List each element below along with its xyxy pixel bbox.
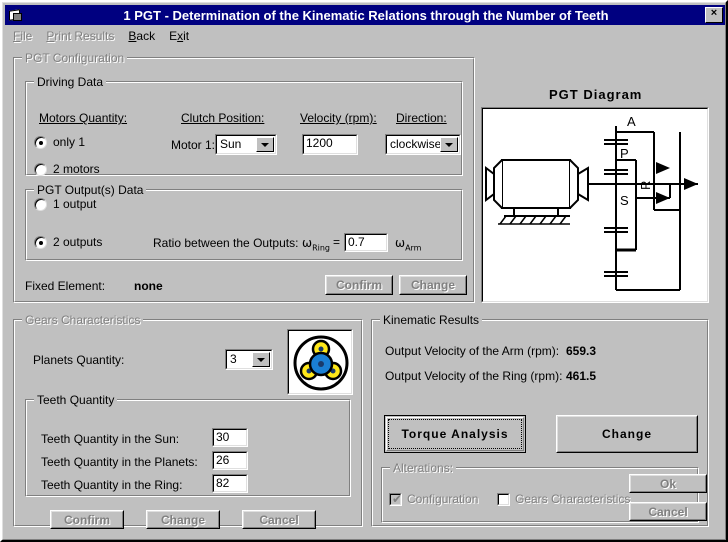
alterations-label: Alterations: [390,461,457,475]
omega-arm-symbol: ωArm [395,236,422,253]
output-velocity-ring-value: 461.5 [566,369,597,383]
menu-bar: File Print Results Back Exit [6,27,724,44]
fixed-element-value: none [134,279,163,293]
output-velocity-arm-label: Output Velocity of the Arm (rpm): [385,344,560,358]
gears-change-label: Change [160,512,205,527]
velocity-label: Velocity (rpm): [300,111,377,125]
radio-1-output-label: 1 output [53,197,97,211]
results-change-button[interactable]: Change [556,415,698,453]
ratio-label: Ratio between the Outputs: [153,236,299,250]
diagram-label-sun: S [620,193,629,208]
ratio-value: 0.7 [348,235,365,249]
teeth-ring-value: 82 [216,476,230,490]
radio-2-motors[interactable] [34,163,47,176]
ratio-input[interactable]: 0.7 [344,233,388,252]
configuration-change-label: Change [410,278,455,292]
ratio-equals-sign: = [333,235,341,249]
planets-quantity-value: 3 [230,352,237,366]
alterations-configuration-checkbox[interactable]: ✔ [389,493,402,506]
chevron-down-icon[interactable] [256,137,274,152]
results-change-label: Change [601,427,652,441]
gears-cancel-button[interactable]: Cancel [242,510,316,529]
pgt-configuration-label: PGT Configuration [22,51,128,65]
radio-2-outputs-dot [39,241,43,245]
pgt-output-data-label: PGT Output(s) Data [34,183,147,197]
clutch-position-label: Clutch Position: [181,111,265,125]
direction-combo[interactable]: clockwise [385,134,461,155]
teeth-sun-label: Teeth Quantity in the Sun: [41,432,180,446]
gears-confirm-label: Confirm [64,512,110,527]
menu-item-file[interactable]: File [6,28,39,44]
diagram-label-planet: P [620,146,629,161]
title-bar[interactable]: 1 PGT - Determination of the Kinematic R… [5,5,725,25]
teeth-sun-input[interactable]: 30 [212,428,248,447]
fixed-element-label: Fixed Element: [25,279,106,293]
planets-quantity-label: Planets Quantity: [33,353,125,367]
teeth-planets-label: Teeth Quantity in the Planets: [41,455,198,469]
alterations-cancel-label: Cancel [648,504,688,519]
radio-1-output[interactable] [34,198,47,211]
gears-characteristics-label: Gears Characteristics [22,313,144,327]
driving-data-label: Driving Data [34,75,107,89]
pgt-diagram-drawing: A P S R [485,114,698,291]
diagram-label-arm: A [627,114,636,129]
radio-only-1[interactable] [34,136,47,149]
radio-2-outputs[interactable] [34,236,47,249]
clutch-position-combo[interactable]: Sun [215,134,277,155]
pgt-diagram-panel: A P S R [481,107,709,303]
output-velocity-ring-label: Output Velocity of the Ring (rpm): [385,369,563,383]
alterations-ok-button[interactable]: Ok [629,474,707,493]
application-icon [7,8,23,22]
window-title: 1 PGT - Determination of the Kinematic R… [123,7,609,23]
output-velocity-arm-value: 659.3 [566,344,597,358]
torque-analysis-button[interactable]: Torque Analysis [384,415,526,453]
close-icon[interactable]: × [705,7,723,23]
gears-change-button[interactable]: Change [146,510,220,529]
kinematic-results-label: Kinematic Results [380,313,483,327]
motor-1-label: Motor 1: [171,138,216,152]
teeth-ring-label: Teeth Quantity in the Ring: [41,478,183,492]
torque-analysis-label: Torque Analysis [401,427,509,441]
alterations-configuration-label: Configuration [407,492,479,506]
teeth-quantity-label: Teeth Quantity [34,393,118,407]
pgt-diagram-title: PGT Diagram [549,87,643,102]
teeth-planets-value: 26 [216,453,230,467]
direction-value: clockwise [390,137,442,151]
velocity-input[interactable]: 1200 [302,134,358,155]
alterations-ok-label: Ok [659,476,676,491]
gears-confirm-button[interactable]: Confirm [50,510,124,529]
radio-2-outputs-label: 2 outputs [53,235,103,249]
planets-quantity-combo[interactable]: 3 [225,349,273,370]
omega-ring-symbol: ωRing [302,236,330,253]
teeth-planets-input[interactable]: 26 [212,451,248,470]
configuration-confirm-button[interactable]: Confirm [325,275,393,295]
gears-cancel-label: Cancel [259,512,299,527]
chevron-down-icon[interactable] [440,137,458,152]
application-window: 1 PGT - Determination of the Kinematic R… [0,0,728,542]
alterations-gears-characteristics-label: Gears Characteristics [515,492,631,506]
check-icon: ✔ [392,492,403,506]
planetary-gear-icon [287,329,353,395]
alterations-cancel-button[interactable]: Cancel [629,502,707,521]
alterations-gears-characteristics-checkbox[interactable] [497,493,510,506]
velocity-value: 1200 [306,136,333,150]
radio-2-motors-label: 2 motors [53,162,100,176]
menu-item-print-results[interactable]: Print Results [39,28,121,44]
clutch-position-value: Sun [220,137,242,151]
configuration-confirm-label: Confirm [336,278,382,292]
radio-only-1-label: only 1 [53,135,86,149]
configuration-change-button[interactable]: Change [399,275,467,295]
menu-item-exit[interactable]: Exit [162,28,196,44]
menu-item-back[interactable]: Back [121,28,162,44]
close-glyph: × [710,7,718,19]
teeth-ring-input[interactable]: 82 [212,474,248,493]
radio-only-1-dot [39,141,43,145]
planetary-gear-drawing [293,335,349,391]
chevron-down-icon[interactable] [252,352,270,367]
teeth-sun-value: 30 [216,430,230,444]
motors-quantity-label: Motors Quantity: [39,111,128,125]
diagram-label-ring: R [638,181,653,190]
direction-label: Direction: [396,111,447,125]
